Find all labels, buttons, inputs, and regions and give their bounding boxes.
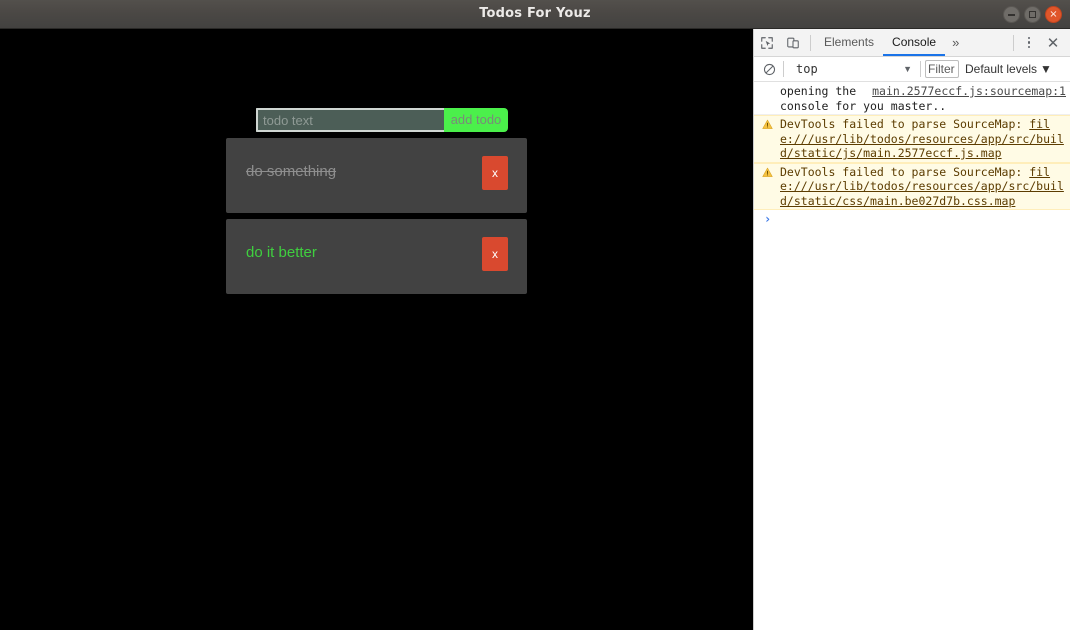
devtools-toolbar-right: ✕: [1009, 30, 1070, 56]
devtools-panel: Elements Console » ✕ top ▼ Filter Defaul…: [753, 29, 1070, 630]
app-viewport: add todo do something x do it better x: [0, 29, 753, 630]
devtools-tabbar: Elements Console » ✕: [754, 29, 1070, 57]
console-source-link[interactable]: main.2577eccf.js:sourcemap:1: [872, 84, 1066, 99]
tab-console[interactable]: Console: [883, 29, 946, 56]
device-toolbar-button[interactable]: [780, 30, 806, 56]
toolbar-divider: [810, 34, 811, 51]
console-prompt-input[interactable]: [780, 212, 980, 225]
close-window-button[interactable]: ×: [1045, 6, 1062, 23]
warning-prefix: DevTools failed to parse SourceMap:: [780, 117, 1030, 131]
inspect-element-button[interactable]: [754, 30, 780, 56]
todo-item-label: do something: [246, 163, 337, 180]
kebab-dot: [1027, 41, 1031, 44]
add-todo-row: add todo: [256, 108, 508, 132]
maximize-icon: [1029, 11, 1036, 18]
more-tabs-button[interactable]: »: [945, 29, 966, 56]
execution-context-label: top: [796, 62, 818, 76]
warning-icon: [762, 167, 773, 177]
warning-prefix: DevTools failed to parse SourceMap:: [780, 164, 1030, 179]
chevron-down-icon: ▼: [903, 63, 912, 74]
console-prompt-row[interactable]: ›: [754, 210, 1070, 231]
kebab-dot: [1027, 45, 1031, 49]
console-message-text: DevTools failed to parse SourceMap: file…: [780, 117, 1064, 160]
log-levels-label: Default levels: [965, 62, 1038, 76]
console-message-text: DevTools failed to parse SourceMap: file…: [780, 165, 1064, 208]
console-filterbar: top ▼ Default levels ▼: [754, 57, 1070, 82]
delete-todo-button-0[interactable]: x: [482, 156, 508, 190]
device-toolbar-icon: [787, 37, 799, 48]
close-icon: ×: [1049, 8, 1058, 20]
todo-app: add todo do something x do it better x: [226, 108, 527, 294]
todo-text-input[interactable]: [256, 108, 444, 132]
filterbar-divider-2: [920, 61, 921, 77]
console-message-list[interactable]: main.2577eccf.js:sourcemap:1 opening the…: [754, 83, 1070, 630]
devtools-close-button[interactable]: ✕: [1040, 30, 1066, 56]
delete-todo-button-1[interactable]: x: [482, 237, 508, 271]
todo-item-1[interactable]: do it better x: [226, 219, 527, 294]
window-titlebar: Todos For Youz ×: [0, 0, 1070, 29]
todo-item-label: do it better: [246, 244, 317, 261]
console-message-warning[interactable]: DevTools failed to parse SourceMap: file…: [754, 162, 1070, 210]
todo-item-0[interactable]: do something x: [226, 138, 527, 213]
log-levels-select[interactable]: Default levels ▼: [965, 62, 1052, 76]
execution-context-select[interactable]: top ▼: [788, 60, 916, 79]
minimize-button[interactable]: [1003, 6, 1020, 23]
window-controls: ×: [1003, 6, 1062, 23]
screen-root: Todos For Youz × add todo do something x: [0, 0, 1070, 630]
toolbar-divider-right: [1013, 34, 1014, 51]
window-title: Todos For Youz: [479, 6, 591, 21]
maximize-button[interactable]: [1024, 6, 1041, 23]
add-todo-button[interactable]: add todo: [444, 108, 508, 132]
console-message-log[interactable]: main.2577eccf.js:sourcemap:1 opening the…: [754, 83, 1070, 115]
minimize-icon: [1008, 14, 1015, 16]
tab-elements[interactable]: Elements: [815, 29, 883, 56]
clear-console-button[interactable]: [759, 59, 779, 79]
inspect-element-icon: [761, 36, 773, 49]
chevron-down-icon: ▼: [1040, 62, 1052, 76]
warning-icon: [762, 119, 773, 129]
kebab-dot: [1027, 36, 1031, 40]
prompt-caret-icon: ›: [764, 212, 772, 226]
devtools-more-options-button[interactable]: [1018, 32, 1040, 54]
filterbar-divider: [783, 61, 784, 77]
clear-console-icon: [763, 63, 775, 75]
console-message-warning[interactable]: DevTools failed to parse SourceMap: file…: [754, 115, 1070, 163]
console-filter-input[interactable]: [925, 60, 959, 78]
